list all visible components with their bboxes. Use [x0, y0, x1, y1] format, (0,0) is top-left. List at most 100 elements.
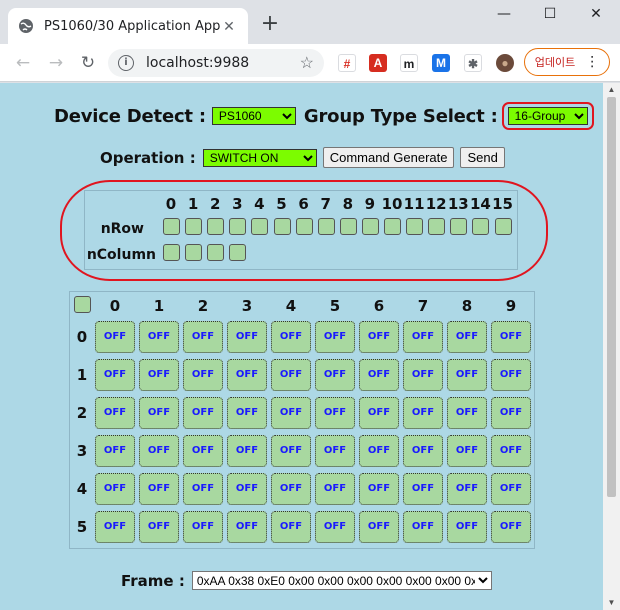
tab-close-icon[interactable]: ✕ [220, 18, 238, 35]
update-button[interactable]: 업데이트 ⋮ [524, 48, 610, 76]
nrow-checkbox[interactable] [251, 218, 269, 235]
group-type-select[interactable]: 16-Group [507, 107, 588, 125]
switch-cell-button[interactable]: OFF [183, 473, 223, 505]
switch-cell-button[interactable]: OFF [271, 321, 311, 353]
switch-cell-button[interactable]: OFF [183, 397, 223, 429]
m-blue-extension-icon[interactable]: M [432, 54, 450, 72]
switch-cell-button[interactable]: OFF [315, 321, 355, 353]
hash-extension-icon[interactable]: # [338, 54, 356, 72]
frame-select[interactable]: 0xAA 0x38 0xE0 0x00 0x00 0x00 0x00 0x00 … [191, 571, 492, 590]
switch-cell-button[interactable]: OFF [403, 397, 443, 429]
switch-cell-button[interactable]: OFF [447, 473, 487, 505]
nrow-checkbox[interactable] [428, 218, 446, 235]
send-button[interactable]: Send [460, 147, 505, 168]
nrow-checkbox[interactable] [207, 218, 225, 235]
puzzle-extension-icon[interactable]: ✱ [464, 54, 482, 72]
switch-cell-button[interactable]: OFF [403, 321, 443, 353]
operation-select[interactable]: SWITCH ON [202, 148, 317, 167]
nrow-checkbox[interactable] [494, 218, 512, 235]
new-tab-button[interactable]: + [258, 13, 282, 37]
nrow-checkbox[interactable] [185, 218, 203, 235]
switch-cell-button[interactable]: OFF [95, 473, 135, 505]
minimize-button[interactable]: — [484, 6, 524, 28]
switch-cell-button[interactable]: OFF [227, 397, 267, 429]
ncolumn-checkbox[interactable] [185, 244, 203, 261]
switch-cell-button[interactable]: OFF [447, 397, 487, 429]
switch-cell-button[interactable]: OFF [227, 359, 267, 391]
switch-cell-button[interactable]: OFF [183, 321, 223, 353]
nrow-checkbox[interactable] [339, 218, 357, 235]
scroll-down-arrow-icon[interactable]: ▼ [603, 596, 620, 610]
select-all-checkbox[interactable] [74, 296, 91, 313]
ncolumn-checkbox[interactable] [207, 244, 225, 261]
maximize-button[interactable]: ☐ [530, 6, 570, 28]
command-generate-button[interactable]: Command Generate [322, 147, 455, 168]
switch-cell-button[interactable]: OFF [359, 321, 399, 353]
switch-cell-button[interactable]: OFF [447, 435, 487, 467]
switch-cell-button[interactable]: OFF [227, 435, 267, 467]
switch-cell-button[interactable]: OFF [95, 359, 135, 391]
nrow-checkbox[interactable] [273, 218, 291, 235]
nrow-checkbox[interactable] [450, 218, 468, 235]
switch-cell-button[interactable]: OFF [183, 435, 223, 467]
browser-tab[interactable]: PS1060/30 Application App ✕ [8, 8, 248, 44]
switch-cell-button[interactable]: OFF [315, 511, 355, 543]
scrollbar-thumb[interactable] [607, 97, 616, 497]
switch-cell-button[interactable]: OFF [315, 473, 355, 505]
switch-cell-button[interactable]: OFF [491, 397, 531, 429]
switch-cell-button[interactable]: OFF [359, 511, 399, 543]
switch-cell-button[interactable]: OFF [315, 397, 355, 429]
forward-button[interactable]: → [44, 51, 68, 75]
nrow-checkbox[interactable] [384, 218, 401, 235]
profile-avatar-icon[interactable]: ● [496, 54, 514, 72]
reload-button[interactable]: ↻ [76, 51, 100, 75]
switch-cell-button[interactable]: OFF [403, 435, 443, 467]
close-window-button[interactable]: ✕ [576, 6, 616, 28]
switch-cell-button[interactable]: OFF [491, 321, 531, 353]
switch-cell-button[interactable]: OFF [491, 435, 531, 467]
switch-cell-button[interactable]: OFF [139, 473, 179, 505]
switch-cell-button[interactable]: OFF [491, 473, 531, 505]
switch-cell-button[interactable]: OFF [139, 435, 179, 467]
switch-cell-button[interactable]: OFF [139, 511, 179, 543]
bookmark-star-icon[interactable]: ☆ [300, 53, 314, 73]
switch-cell-button[interactable]: OFF [183, 511, 223, 543]
m-extension-icon[interactable]: m [400, 54, 418, 72]
nrow-checkbox[interactable] [295, 218, 313, 235]
switch-cell-button[interactable]: OFF [271, 511, 311, 543]
nrow-checkbox[interactable] [472, 218, 490, 235]
switch-cell-button[interactable]: OFF [447, 359, 487, 391]
acrobat-extension-icon[interactable]: A [369, 54, 387, 72]
switch-cell-button[interactable]: OFF [447, 321, 487, 353]
back-button[interactable]: ← [11, 51, 35, 75]
switch-cell-button[interactable]: OFF [227, 321, 267, 353]
switch-cell-button[interactable]: OFF [183, 359, 223, 391]
nrow-checkbox[interactable] [163, 218, 180, 235]
site-info-icon[interactable]: i [118, 55, 134, 71]
switch-cell-button[interactable]: OFF [95, 321, 135, 353]
switch-cell-button[interactable]: OFF [315, 435, 355, 467]
nrow-checkbox[interactable] [406, 218, 424, 235]
switch-cell-button[interactable]: OFF [95, 397, 135, 429]
switch-cell-button[interactable]: OFF [95, 435, 135, 467]
device-select[interactable]: PS1060 [211, 107, 296, 125]
switch-cell-button[interactable]: OFF [271, 473, 311, 505]
vertical-scrollbar[interactable]: ▲ ▼ [603, 83, 620, 610]
switch-cell-button[interactable]: OFF [359, 397, 399, 429]
switch-cell-button[interactable]: OFF [403, 473, 443, 505]
switch-cell-button[interactable]: OFF [271, 359, 311, 391]
switch-cell-button[interactable]: OFF [227, 473, 267, 505]
switch-cell-button[interactable]: OFF [359, 359, 399, 391]
switch-cell-button[interactable]: OFF [271, 435, 311, 467]
nrow-checkbox[interactable] [317, 218, 335, 235]
switch-cell-button[interactable]: OFF [403, 359, 443, 391]
ncolumn-checkbox[interactable] [229, 244, 247, 261]
switch-cell-button[interactable]: OFF [139, 359, 179, 391]
ncolumn-checkbox[interactable] [163, 244, 180, 261]
switch-cell-button[interactable]: OFF [315, 359, 355, 391]
switch-cell-button[interactable]: OFF [359, 435, 399, 467]
address-bar[interactable]: i localhost:9988 ☆ [108, 49, 324, 77]
nrow-checkbox[interactable] [229, 218, 247, 235]
switch-cell-button[interactable]: OFF [491, 359, 531, 391]
switch-cell-button[interactable]: OFF [447, 511, 487, 543]
